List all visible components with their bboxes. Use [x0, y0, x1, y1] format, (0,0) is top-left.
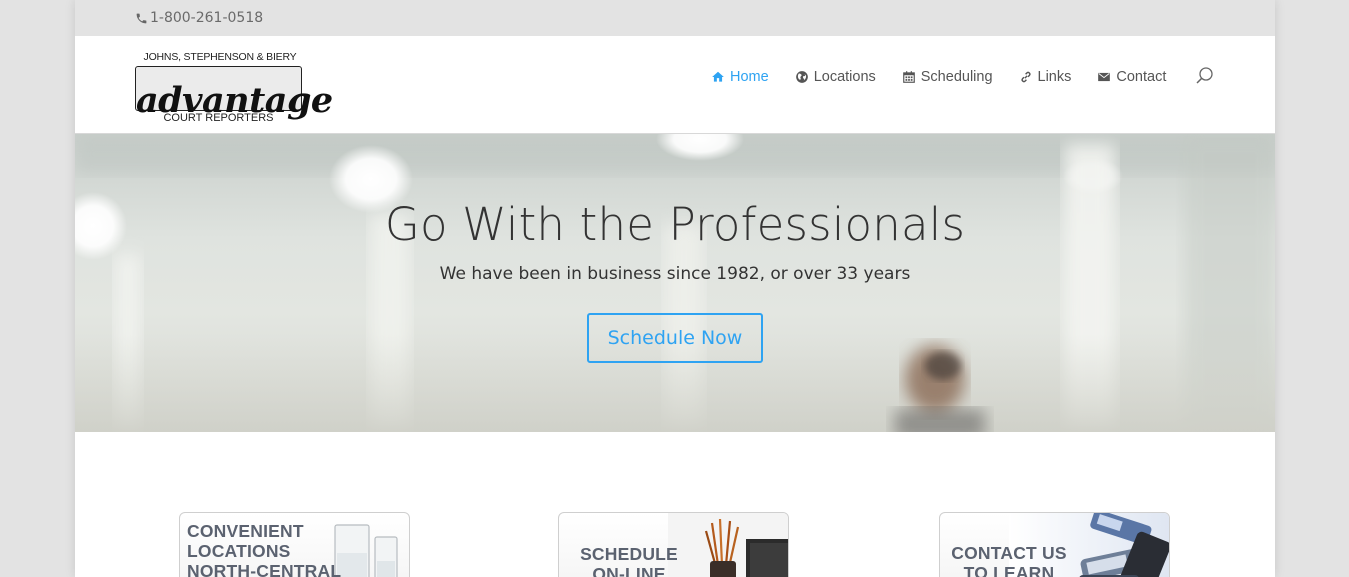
- logo-top-line: JOHNS, STEPHENSON & BIERY: [143, 51, 297, 63]
- search-button[interactable]: [1195, 66, 1215, 86]
- nav-item-label: Scheduling: [920, 69, 993, 85]
- phone-number[interactable]: 1-800-261-0518: [135, 10, 263, 26]
- nav-item-scheduling[interactable]: Scheduling: [902, 67, 993, 87]
- schedule-card[interactable]: SCHEDULE ON-LINE NOW: [558, 512, 789, 577]
- hero-banner: Go With the Professionals We have been i…: [75, 134, 1275, 432]
- search-icon: [1196, 67, 1213, 84]
- nav-item-label: Home: [730, 69, 769, 85]
- logo-bottom-line: COURT REPORTERS: [163, 112, 274, 124]
- top-bar: 1-800-261-0518: [75, 0, 1275, 36]
- nav-item-contact[interactable]: Contact: [1097, 67, 1166, 87]
- card-text: CONVENIENT LOCATIONS NORTH-CENTRAL: [187, 521, 342, 577]
- locations-card[interactable]: CONVENIENT LOCATIONS NORTH-CENTRAL: [179, 512, 410, 577]
- nav-item-label: Locations: [813, 69, 876, 85]
- site-logo[interactable]: JOHNS, STEPHENSON & BIERY advantage COUR…: [135, 51, 333, 127]
- link-icon: [1020, 71, 1031, 83]
- site-header: JOHNS, STEPHENSON & BIERY advantage COUR…: [75, 36, 1275, 134]
- nav-item-label: Contact: [1116, 69, 1167, 85]
- card-text: SCHEDULE ON-LINE NOW: [580, 544, 678, 577]
- nav-item-home[interactable]: Home: [711, 67, 769, 87]
- hero-title: Go With the Professionals: [384, 198, 966, 251]
- main-nav: Home Locations Scheduling Links Contact: [711, 67, 1166, 87]
- schedule-now-button[interactable]: Schedule Now: [587, 313, 763, 363]
- nav-item-label: Links: [1037, 69, 1072, 85]
- nav-item-locations[interactable]: Locations: [795, 67, 876, 87]
- phone-number-text: 1-800-261-0518: [150, 10, 264, 26]
- globe-icon: [795, 71, 808, 83]
- card-text: CONTACT US TO LEARN: [951, 543, 1067, 577]
- nav-item-links[interactable]: Links: [1019, 67, 1072, 87]
- phone-icon: [136, 13, 147, 23]
- page-container: 1-800-261-0518 JOHNS, STEPHENSON & BIERY…: [75, 0, 1275, 577]
- envelope-icon: [1098, 72, 1111, 82]
- calendar-icon: [902, 71, 915, 83]
- hero-subtitle: We have been in business since 1982, or …: [439, 264, 911, 284]
- logo-box: advantage: [135, 66, 333, 121]
- home-icon: [712, 71, 724, 82]
- contact-card[interactable]: CONTACT US TO LEARN: [939, 512, 1170, 577]
